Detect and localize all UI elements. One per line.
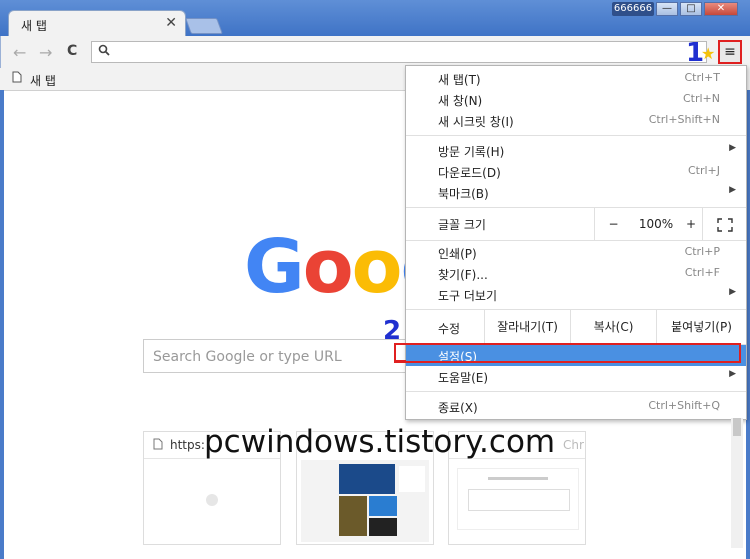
address-bar[interactable] <box>91 41 707 63</box>
tab-label: 새 탭 <box>21 19 47 33</box>
submenu-arrow-icon: ▶ <box>729 287 736 297</box>
user-badge[interactable]: 666666 <box>612 2 654 16</box>
back-icon[interactable]: ← <box>13 43 26 62</box>
forward-icon[interactable]: → <box>39 43 52 62</box>
menu-item-more-tools[interactable]: 도구 더보기 ▶ <box>406 284 746 305</box>
watermark: pcwindows.tistory.com <box>204 424 556 460</box>
cut-button[interactable]: 잘라내기(T) <box>484 310 570 344</box>
fullscreen-icon[interactable] <box>702 208 746 240</box>
menu-item-new-window[interactable]: 새 창(N) Ctrl+N <box>406 89 746 110</box>
step-2-label: 2 <box>383 316 402 346</box>
menu-label: 찾기(F)... <box>438 268 488 282</box>
menu-shortcut: Ctrl+J <box>687 164 720 177</box>
menu-item-help[interactable]: 도움말(E) ▶ <box>406 366 746 387</box>
copy-button[interactable]: 복사(C) <box>570 310 656 344</box>
menu-item-new-tab[interactable]: 새 탭(T) Ctrl+T <box>406 68 746 89</box>
menu-shortcut: Ctrl+F <box>684 266 720 279</box>
menu-separator <box>406 135 746 136</box>
menu-label: 종료(X) <box>438 401 478 415</box>
tile-title: https: <box>170 438 205 452</box>
menu-label: 도구 더보기 <box>438 289 498 303</box>
menu-label: 북마크(B) <box>438 187 489 201</box>
menu-shortcut: Ctrl+Shift+N <box>648 113 720 126</box>
zoom-row: 글꼴 크기 − 100% + <box>406 208 746 240</box>
minimize-button[interactable]: — <box>656 2 678 16</box>
step-1-label: 1 <box>686 38 705 68</box>
title-bar: 새 탭 ✕ 666666 — □ ✕ <box>0 0 750 36</box>
search-placeholder: Search Google or type URL <box>153 349 342 365</box>
zoom-level: 100% <box>638 217 674 231</box>
tab-new-tab[interactable]: 새 탭 ✕ <box>8 10 186 36</box>
menu-item-find[interactable]: 찾기(F)... Ctrl+F <box>406 263 746 284</box>
menu-item-history[interactable]: 방문 기록(H) ▶ <box>406 140 746 161</box>
settings-highlight-box <box>394 343 741 363</box>
submenu-arrow-icon: ▶ <box>729 185 736 195</box>
page-icon <box>153 438 163 453</box>
tile-title: Chr <box>563 438 584 452</box>
menu-label: 새 시크릿 창(I) <box>438 115 514 129</box>
menu-shortcut: Ctrl+P <box>684 245 720 258</box>
reload-icon[interactable]: C <box>67 43 77 59</box>
menu-item-bookmarks[interactable]: 북마크(B) ▶ <box>406 182 746 203</box>
menu-label: 다운로드(D) <box>438 166 501 180</box>
scrollbar-thumb[interactable] <box>733 418 741 436</box>
new-tab-button[interactable] <box>185 18 223 34</box>
menu-item-incognito[interactable]: 새 시크릿 창(I) Ctrl+Shift+N <box>406 110 746 131</box>
submenu-arrow-icon: ▶ <box>729 143 736 153</box>
close-tab-icon[interactable]: ✕ <box>165 15 177 31</box>
page-icon <box>12 71 22 86</box>
window-frame-left <box>0 90 4 559</box>
menu-item-print[interactable]: 인쇄(P) Ctrl+P <box>406 242 746 263</box>
logo-letter: o <box>351 224 403 310</box>
tile-thumbnail <box>457 468 579 530</box>
menu-label: 새 창(N) <box>438 94 483 108</box>
menu-shortcut: Ctrl+T <box>684 71 720 84</box>
menu-label: 도움말(E) <box>438 371 489 385</box>
tile-thumbnail <box>301 460 429 542</box>
edit-row: 수정 잘라내기(T) 복사(C) 붙여넣기(P) <box>406 310 746 344</box>
chrome-menu: 새 탭(T) Ctrl+T 새 창(N) Ctrl+N 새 시크릿 창(I) C… <box>405 65 747 420</box>
paste-button[interactable]: 붙여넣기(P) <box>656 310 746 344</box>
maximize-button[interactable]: □ <box>680 2 702 16</box>
toolbar: ← → C ★ ≡ <box>0 36 750 68</box>
menu-label: 새 탭(T) <box>438 73 481 87</box>
menu-label: 인쇄(P) <box>438 247 477 261</box>
scrollbar[interactable] <box>731 418 743 548</box>
menu-shortcut: Ctrl+Shift+Q <box>648 399 720 412</box>
logo-letter: o <box>302 224 354 310</box>
zoom-in-button[interactable]: + <box>680 208 702 240</box>
menu-separator <box>406 391 746 392</box>
bookmark-new-tab[interactable]: 새 탭 <box>30 72 56 89</box>
edit-label: 수정 <box>438 322 461 336</box>
menu-label: 방문 기록(H) <box>438 145 505 159</box>
close-window-button[interactable]: ✕ <box>704 2 738 16</box>
zoom-out-button[interactable]: − <box>594 208 632 240</box>
loading-dot <box>206 494 218 506</box>
submenu-arrow-icon: ▶ <box>729 369 736 379</box>
search-icon <box>98 44 110 59</box>
logo-letter: G <box>244 224 305 310</box>
menu-item-downloads[interactable]: 다운로드(D) Ctrl+J <box>406 161 746 182</box>
menu-shortcut: Ctrl+N <box>682 92 720 105</box>
chrome-menu-button[interactable]: ≡ <box>718 40 742 64</box>
menu-separator <box>406 240 746 241</box>
annotation-connector <box>394 350 406 362</box>
menu-item-exit[interactable]: 종료(X) Ctrl+Shift+Q <box>406 396 746 417</box>
zoom-label: 글꼴 크기 <box>438 218 486 232</box>
